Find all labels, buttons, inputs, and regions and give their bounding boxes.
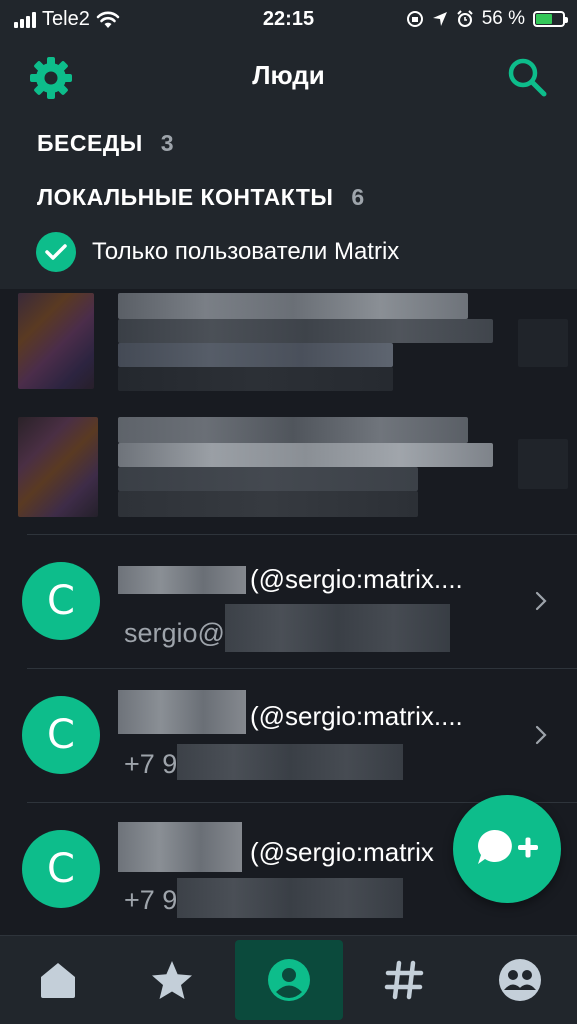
rotation-lock-icon <box>406 11 423 27</box>
pixelated-name <box>118 822 242 872</box>
pixelated-text <box>118 467 418 491</box>
contact-row[interactable]: C (@sergio:matrix.... sergio@ <box>0 534 577 668</box>
pixelated-name <box>118 293 468 319</box>
pixelated-text <box>118 367 393 391</box>
pixelated-text <box>118 491 418 517</box>
filter-local-contacts-label: ЛОКАЛЬНЫЕ КОНТАКТЫ <box>37 184 334 210</box>
divider <box>27 668 577 669</box>
contact-name: (@sergio:matrix <box>118 822 434 872</box>
search-icon[interactable] <box>505 55 549 99</box>
pixelated-text <box>118 319 493 343</box>
contact-name: (@sergio:matrix.... <box>118 690 463 734</box>
tab-home[interactable] <box>4 940 112 1020</box>
pixelated-text <box>518 439 568 489</box>
pixelated-text <box>118 343 393 367</box>
tab-bar <box>0 935 577 1024</box>
contact-detail-prefix: sergio@ <box>124 617 225 648</box>
contact-detail: +7 9 <box>124 744 404 780</box>
tab-groups[interactable] <box>466 940 574 1020</box>
pixelated-detail <box>224 604 450 652</box>
avatar[interactable]: C <box>22 830 100 908</box>
tab-people[interactable] <box>235 940 343 1020</box>
matrix-only-label: Только пользователи Matrix <box>92 238 400 265</box>
pixelated-name <box>118 565 246 594</box>
checkmark-icon[interactable] <box>36 232 76 272</box>
hash-icon <box>384 960 424 1000</box>
page-title: Люди <box>252 60 325 90</box>
pixelated-detail <box>177 878 404 918</box>
battery-icon <box>533 11 568 27</box>
status-right: 56 % <box>406 8 568 30</box>
tab-favourites[interactable] <box>118 940 226 1020</box>
avatar[interactable]: C <box>22 696 100 774</box>
chevron-right-icon <box>535 725 547 745</box>
pixelated-text <box>518 319 568 367</box>
contact-name: (@sergio:matrix.... <box>118 564 463 595</box>
divider <box>27 534 577 535</box>
new-chat-icon <box>478 829 538 864</box>
header: Tele2 22:15 56 % Люди БЕСЕДЫ 3 ЛОКАЛЬНЫЕ… <box>0 0 577 289</box>
contact-matrix-id: (@sergio:matrix <box>250 836 434 867</box>
alarm-icon <box>456 10 473 27</box>
home-icon <box>41 963 75 998</box>
contact-detail: +7 9 <box>124 878 404 918</box>
person-icon <box>268 959 310 1001</box>
pixelated-avatar <box>18 417 98 517</box>
filter-local-contacts[interactable]: ЛОКАЛЬНЫЕ КОНТАКТЫ 6 <box>37 184 365 211</box>
contact-row[interactable]: C (@sergio:matrix.... +7 9 <box>0 668 577 802</box>
avatar[interactable]: C <box>22 562 100 640</box>
pixelated-avatar <box>18 293 94 389</box>
battery-percent: 56 % <box>481 8 525 29</box>
contact-detail-prefix: +7 9 <box>124 884 178 915</box>
filter-conversations[interactable]: БЕСЕДЫ 3 <box>37 130 174 157</box>
status-bar: Tele2 22:15 56 % <box>0 0 577 40</box>
filter-conversations-label: БЕСЕДЫ <box>37 130 143 156</box>
pixelated-name <box>118 443 493 467</box>
pixelated-name <box>118 417 468 443</box>
pixelated-name <box>118 690 246 734</box>
contact-matrix-id: (@sergio:matrix.... <box>250 564 463 594</box>
contact-detail-prefix: +7 9 <box>124 748 178 779</box>
contact-matrix-id: (@sergio:matrix.... <box>250 700 463 731</box>
groups-icon <box>499 959 541 1001</box>
star-icon <box>152 961 192 999</box>
chevron-right-icon <box>535 591 547 611</box>
filter-conversations-count: 3 <box>160 130 175 156</box>
matrix-only-toggle[interactable]: Только пользователи Matrix <box>36 232 399 272</box>
contact-detail: sergio@ <box>124 604 450 652</box>
new-chat-button[interactable] <box>453 795 561 903</box>
location-icon <box>432 12 447 26</box>
pixelated-detail <box>177 744 404 780</box>
filter-local-contacts-count: 6 <box>351 184 365 210</box>
tab-rooms[interactable] <box>350 940 458 1020</box>
